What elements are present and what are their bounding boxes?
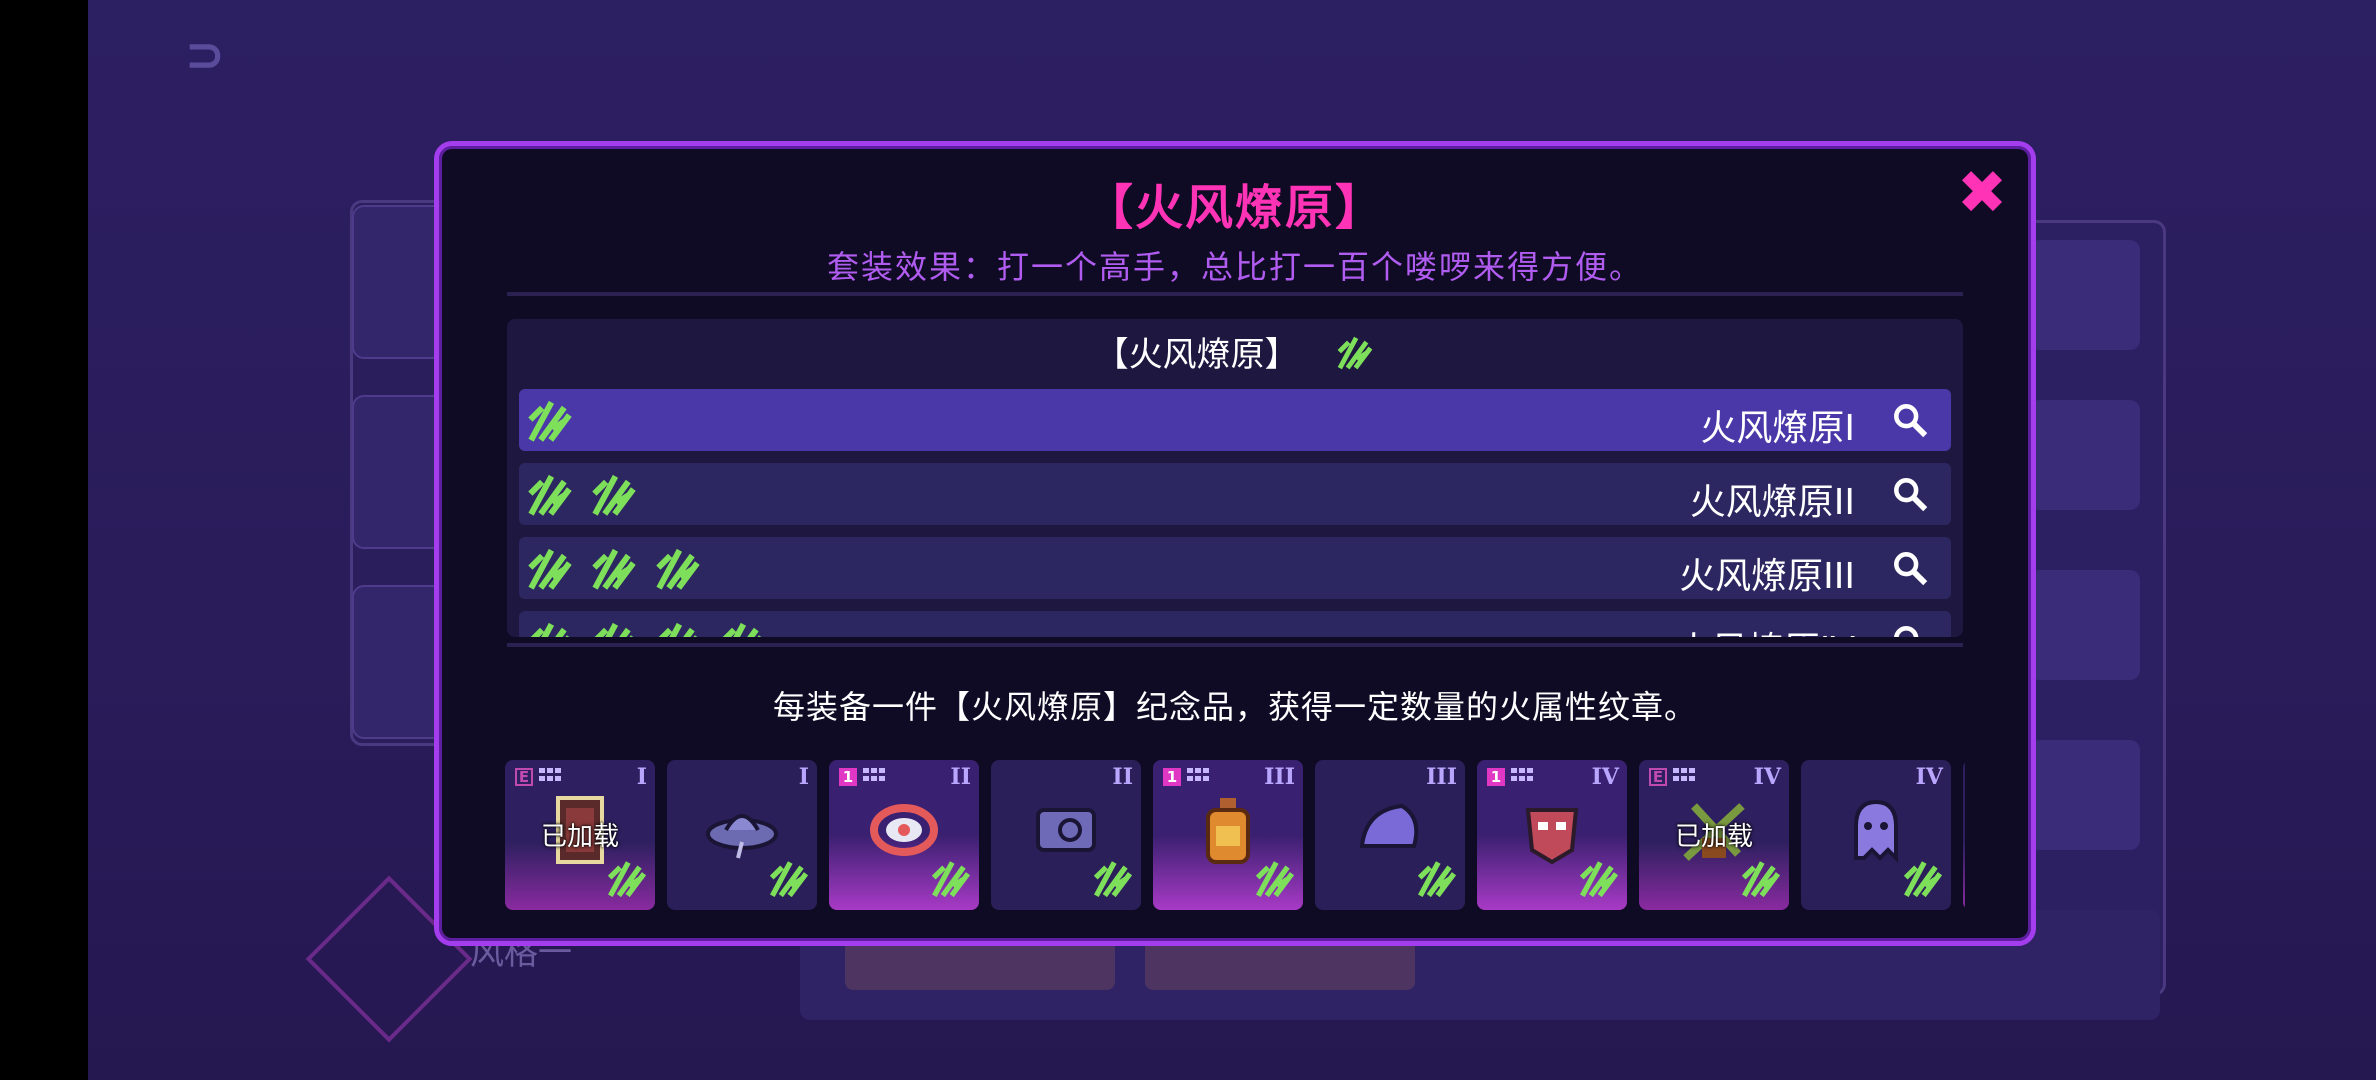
flame-wind-set-icon	[1091, 856, 1135, 904]
flame-wind-set-icon	[1901, 856, 1945, 904]
souvenir-strip[interactable]: E I 已加载 I 1 II II 1 III III 1 IV E IV 已加载 IV	[505, 760, 1965, 912]
flame-wind-set-icon	[589, 543, 639, 593]
search-icon[interactable]	[1891, 401, 1929, 439]
flame-wind-set-icon	[589, 617, 639, 637]
set-detail-modal: 【火风燎原】 ✖ 套装效果：打一个高手，总比打一百个喽啰来得方便。 【火风燎原】…	[434, 141, 2036, 946]
tier-icons	[525, 617, 767, 637]
divider	[507, 643, 1963, 647]
equip-badge: 1	[1487, 768, 1505, 786]
souvenir-card[interactable]: E IV 已加载	[1639, 760, 1789, 910]
card-tier: IV	[1915, 764, 1943, 790]
tier-name: 火风燎原III	[1679, 556, 1855, 597]
rarity-dots	[863, 768, 889, 782]
search-icon[interactable]	[1891, 549, 1929, 587]
card-tier: II	[1112, 764, 1133, 790]
loaded-label: 已加载	[1674, 822, 1753, 852]
rarity-dots	[539, 768, 565, 782]
equip-badge: E	[1649, 768, 1667, 786]
tier-row[interactable]: 火风燎原I	[519, 389, 1951, 451]
flame-wind-set-icon	[605, 856, 649, 904]
flame-wind-set-icon	[525, 395, 575, 445]
card-tier: III	[1264, 764, 1295, 790]
flame-wind-set-icon	[1415, 856, 1459, 904]
tier-list-header: 【火风燎原】	[507, 327, 1963, 381]
souvenir-card[interactable]: 1 III	[1153, 760, 1303, 910]
flame-wind-set-icon	[1335, 332, 1375, 381]
tier-list-header-title: 【火风燎原】	[1094, 335, 1299, 375]
divider	[507, 292, 1963, 296]
souvenir-card[interactable]: E I 已加载	[505, 760, 655, 910]
back-button[interactable]: ⊃	[170, 30, 240, 80]
tier-row[interactable]: 火风燎原IV	[519, 611, 1951, 637]
tier-icons	[525, 543, 703, 593]
close-button[interactable]: ✖	[1953, 163, 2011, 223]
flame-wind-set-icon	[589, 469, 639, 519]
tier-list[interactable]: 【火风燎原】 火风燎原I 火风燎原II 火风燎原III 火风燎原IV	[507, 319, 1963, 637]
set-effect-text: 套装效果：打一个高手，总比打一百个喽啰来得方便。	[826, 248, 1643, 286]
tier-icons	[525, 469, 639, 519]
tier-name: 火风燎原IV	[1676, 621, 1855, 637]
rarity-dots	[1673, 768, 1699, 782]
souvenir-card[interactable]: III	[1315, 760, 1465, 910]
souvenir-card-partial[interactable]	[1963, 760, 1965, 910]
flame-wind-set-icon	[1577, 856, 1621, 904]
tier-row[interactable]: 火风燎原III	[519, 537, 1951, 599]
souvenir-card[interactable]: II	[991, 760, 1141, 910]
flame-wind-set-icon	[767, 856, 811, 904]
set-description: 每装备一件【火风燎原】纪念品，获得一定数量的火属性纹章。	[772, 688, 1697, 726]
tier-icons	[525, 395, 575, 445]
letterbox-left	[0, 0, 88, 1080]
souvenir-card[interactable]: 1 IV	[1477, 760, 1627, 910]
flame-wind-set-icon	[525, 617, 575, 637]
card-tier: I	[798, 764, 809, 790]
tier-row[interactable]: 火风燎原II	[519, 463, 1951, 525]
flame-wind-set-icon	[717, 617, 767, 637]
flame-wind-set-icon	[929, 856, 973, 904]
rarity-dots	[1511, 768, 1537, 782]
flame-wind-set-icon	[653, 543, 703, 593]
bg-item	[2030, 570, 2140, 680]
rarity-dots	[1187, 768, 1213, 782]
flame-wind-set-icon	[653, 617, 703, 637]
loaded-label: 已加载	[540, 822, 619, 852]
equip-badge: E	[515, 768, 533, 786]
souvenir-card[interactable]: 1 II	[829, 760, 979, 910]
bg-item	[2030, 740, 2140, 850]
bg-item	[2030, 400, 2140, 510]
equip-badge: 1	[1163, 768, 1181, 786]
search-icon[interactable]	[1891, 623, 1929, 637]
souvenir-card[interactable]: I	[667, 760, 817, 910]
card-tier: II	[950, 764, 971, 790]
flame-wind-set-icon	[1739, 856, 1783, 904]
modal-title: 【火风燎原】	[1084, 180, 1385, 236]
flame-wind-set-icon	[525, 543, 575, 593]
card-tier: I	[636, 764, 647, 790]
bg-item	[2030, 240, 2140, 350]
card-tier: III	[1426, 764, 1457, 790]
equip-badge: 1	[839, 768, 857, 786]
tier-name: 火风燎原I	[1700, 408, 1855, 449]
flame-wind-set-icon	[1253, 856, 1297, 904]
tier-name: 火风燎原II	[1689, 482, 1855, 523]
card-tier: IV	[1591, 764, 1619, 790]
souvenir-card[interactable]: IV	[1801, 760, 1951, 910]
search-icon[interactable]	[1891, 475, 1929, 513]
flame-wind-set-icon	[525, 469, 575, 519]
card-tier: IV	[1753, 764, 1781, 790]
